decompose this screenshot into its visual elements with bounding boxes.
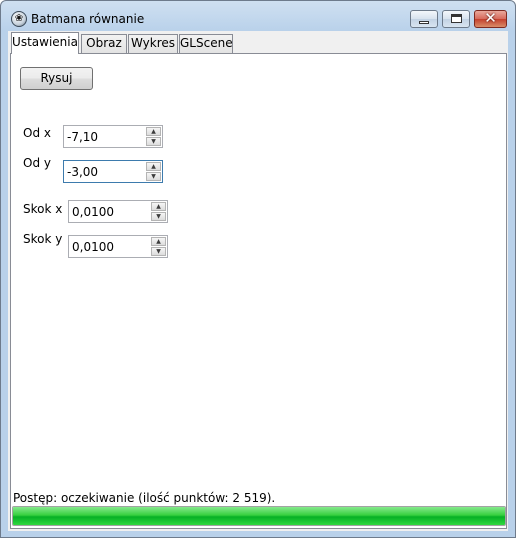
client-area: Ustawienia Obraz Wykres GLScene Rysuj Od… — [8, 31, 508, 531]
close-button[interactable]: ✕ — [474, 9, 507, 28]
minimize-button[interactable] — [410, 10, 438, 28]
od-x-down-icon[interactable]: ▼ — [146, 137, 161, 146]
status-text: Postęp: oczekiwanie (ilość punktów: 2 51… — [13, 491, 276, 505]
maximize-button[interactable] — [442, 10, 470, 28]
tab-wykres[interactable]: Wykres — [128, 34, 178, 53]
draw-button[interactable]: Rysuj — [20, 67, 93, 90]
maximize-icon — [451, 14, 462, 23]
skok-x-down-icon[interactable]: ▼ — [151, 212, 166, 221]
tab-ustawienia[interactable]: Ustawienia — [11, 32, 79, 54]
app-window: ❀ Batmana równanie ✕ Ustawienia Obraz Wy… — [0, 0, 516, 538]
skok-y-down-icon[interactable]: ▼ — [151, 247, 166, 256]
progress-bar — [12, 506, 506, 526]
skok-y-label: Skok y — [23, 232, 63, 246]
skok-x-label: Skok x — [23, 202, 63, 216]
skok-y-spinner[interactable]: 0,0100 ▲ ▼ — [68, 235, 168, 258]
od-y-value[interactable]: -3,00 — [67, 165, 98, 179]
window-title: Batmana równanie — [31, 12, 145, 26]
skok-y-value[interactable]: 0,0100 — [72, 240, 114, 254]
close-icon: ✕ — [484, 9, 497, 27]
od-y-up-icon[interactable]: ▲ — [146, 162, 161, 171]
od-y-down-icon[interactable]: ▼ — [146, 172, 161, 181]
settings-panel: Rysuj Od x -7,10 ▲ ▼ Od y -3,00 ▲ ▼ Skok… — [10, 53, 507, 529]
od-x-spinner[interactable]: -7,10 ▲ ▼ — [63, 125, 163, 148]
od-y-spinner[interactable]: -3,00 ▲ ▼ — [63, 160, 163, 183]
skok-x-value[interactable]: 0,0100 — [72, 205, 114, 219]
tab-obraz[interactable]: Obraz — [81, 34, 127, 53]
paw-icon[interactable]: ❀ — [11, 11, 27, 27]
tab-glscene[interactable]: GLScene — [179, 34, 233, 53]
skok-y-up-icon[interactable]: ▲ — [151, 237, 166, 246]
od-x-value[interactable]: -7,10 — [67, 130, 98, 144]
minimize-icon — [419, 21, 429, 24]
skok-x-up-icon[interactable]: ▲ — [151, 202, 166, 211]
skok-x-spinner[interactable]: 0,0100 ▲ ▼ — [68, 200, 168, 223]
od-x-label: Od x — [23, 126, 51, 140]
od-x-up-icon[interactable]: ▲ — [146, 127, 161, 136]
od-y-label: Od y — [23, 156, 51, 170]
progress-fill — [13, 507, 505, 525]
title-bar[interactable]: ❀ Batmana równanie ✕ — [1, 1, 515, 31]
